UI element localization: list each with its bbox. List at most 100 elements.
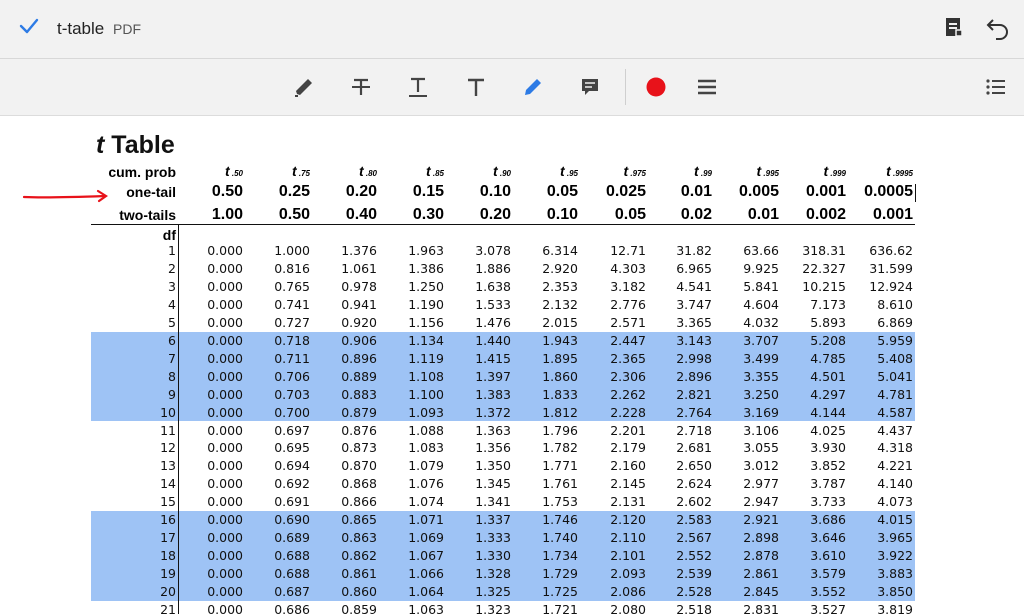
table-cell: 0.000 [207,584,243,600]
table-cell: 3.169 [743,404,779,420]
pen-icon[interactable] [519,73,547,101]
table-cell: 1.190 [408,296,444,312]
table-cell: 2.132 [542,296,578,312]
table-cell: 0.692 [274,476,310,492]
table-cell: 2.015 [542,314,578,330]
table-cell: 0.000 [207,404,243,420]
table-cell: 0.697 [274,422,310,438]
table-cell: 1.134 [408,332,444,348]
table-cell: 0.688 [274,566,310,582]
highlighter-icon[interactable] [290,73,318,101]
table-cell: 0.000 [207,566,243,582]
table-cell: 3.610 [810,548,846,564]
df-cell: 7 [168,350,176,366]
t-subscript: .80 [363,169,377,178]
column-header-t: t .85 [380,163,444,181]
table-cell: 5.959 [877,332,913,348]
table-cell: 1.119 [408,350,444,366]
table-row: 5 0.000 0.727 0.920 1.156 1.476 2.015 2.571 3.36… [0,315,1024,333]
table-cell: 2.086 [610,584,646,600]
table-row: 3 0.000 0.765 0.978 1.250 1.638 2.353 3.182 4.54… [0,279,1024,297]
df-cell: 3 [168,278,176,294]
table-row: 4 0.000 0.741 0.941 1.190 1.533 2.132 2.776 3.74… [0,297,1024,315]
table-cell: 3.819 [877,602,913,614]
table-cell: 0.868 [341,476,377,492]
table-cell: 3.965 [877,530,913,546]
table-cell: 1.363 [475,422,511,438]
color-circle-icon[interactable] [642,73,670,101]
table-cell: 1.397 [475,368,511,384]
df-cell: 17 [160,530,176,546]
text-icon[interactable] [462,73,490,101]
table-cell: 5.208 [810,332,846,348]
table-cell: 6.965 [676,260,712,276]
table-cell: 1.069 [408,530,444,546]
strikethrough-icon[interactable] [347,73,375,101]
table-cell: 4.501 [810,368,846,384]
table-cell: 0.706 [274,368,310,384]
underline-icon[interactable] [404,73,432,101]
table-cell: 5.841 [743,278,779,294]
table-cell: 3.707 [743,332,779,348]
df-cell: 16 [160,512,176,528]
table-cell: 2.179 [610,440,646,456]
table-cell: 0.870 [341,458,377,474]
table-row: 1 0.000 1.000 1.376 1.963 3.078 6.314 12.71 31.8… [0,243,1024,261]
table-cell: 0.941 [341,296,377,312]
table-row: 15 0.000 0.691 0.866 1.074 1.341 1.753 2.131 2.6… [0,494,1024,512]
table-cell: 1.796 [542,422,578,438]
table-cell: 0.873 [341,440,377,456]
list-icon[interactable] [982,73,1010,101]
table-cell: 4.785 [810,350,846,366]
table-cell: 1.076 [408,476,444,492]
one-tail-value: 0.50 [211,183,243,200]
table-cell: 2.998 [676,350,712,366]
df-cell: 15 [160,494,176,510]
t-subscript: .999 [828,169,846,178]
undo-icon[interactable] [985,14,1011,40]
table-cell: 0.876 [341,422,377,438]
line-weight-icon[interactable] [693,73,721,101]
table-cell: 0.694 [274,458,310,474]
table-cell: 0.865 [341,512,377,528]
table-cell: 3.499 [743,350,779,366]
df-label: df [162,227,176,243]
table-cell: 0.718 [274,332,310,348]
table-row: 11 0.000 0.697 0.876 1.088 1.363 1.796 2.201 2.7… [0,423,1024,441]
table-cell: 2.201 [610,422,646,438]
table-row: 16 0.000 0.690 0.865 1.071 1.337 1.746 2.120 2.5… [0,512,1024,530]
comment-icon[interactable] [576,73,604,101]
table-cell: 2.861 [743,566,779,582]
table-cell: 0.866 [341,494,377,510]
table-cell: 2.650 [676,458,712,474]
table-cell: 1.333 [475,530,511,546]
table-cell: 2.518 [676,602,712,614]
df-cell: 12 [160,440,176,456]
table-cell: 3.055 [743,440,779,456]
pdf-page[interactable]: t Table cum. prob one-tail two-tails df … [0,117,1024,614]
one-tail-value: 0.15 [412,183,444,200]
table-cell: 2.624 [676,476,712,492]
table-cell: 0.920 [341,314,377,330]
table-cell: 1.100 [408,386,444,402]
table-cell: 0.689 [274,530,310,546]
table-cell: 2.353 [542,278,578,294]
page-tools-icon[interactable] [942,14,968,40]
table-cell: 4.318 [877,440,913,456]
checkmark-done-icon[interactable] [18,15,40,37]
table-cell: 1.376 [341,243,377,258]
table-cell: 5.893 [810,314,846,330]
column-header-t: t .999 [782,163,846,181]
one-tail-value: 0.001 [805,183,846,200]
table-cell: 12.924 [869,278,913,294]
table-cell: 3.552 [810,584,846,600]
table-cell: 0.695 [274,440,310,456]
text-cursor [915,184,916,202]
table-cell: 2.947 [743,494,779,510]
table-cell: 1.250 [408,278,444,294]
table-title-t: t [96,131,105,159]
table-cell: 6.869 [877,314,913,330]
table-cell: 0.727 [274,314,310,330]
table-cell: 31.599 [869,260,913,276]
two-tails-value: 0.30 [412,206,444,223]
